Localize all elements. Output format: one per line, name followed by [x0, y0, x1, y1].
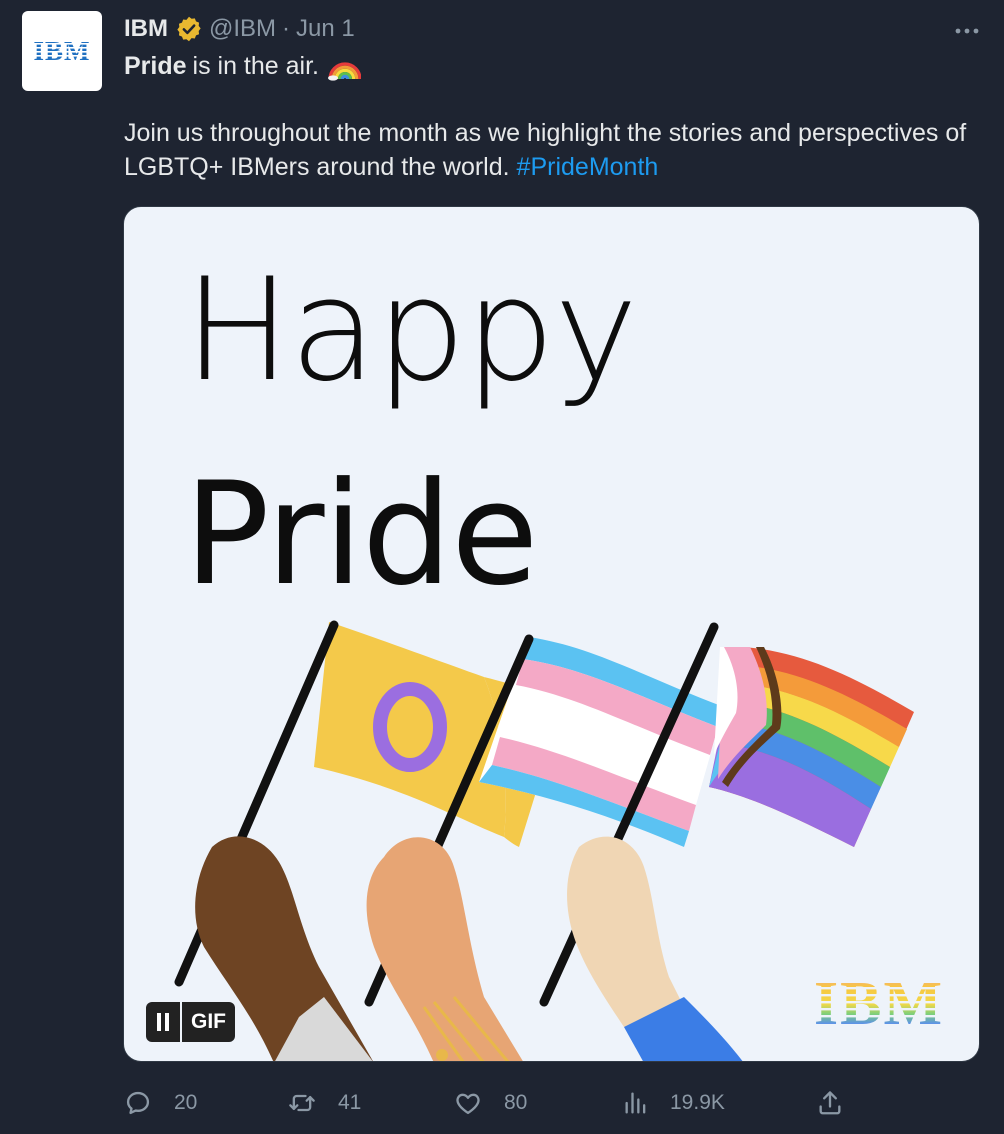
- pride-flags-illustration: [174, 620, 914, 1061]
- author-handle[interactable]: @IBM: [209, 15, 276, 43]
- heart-icon: [456, 1093, 480, 1115]
- tweet-header: IBM @IBM · Jun 1: [124, 14, 355, 44]
- line1-rest: is in the air.: [192, 52, 319, 80]
- action-bar: 20 41 80 19.9K: [124, 1083, 854, 1123]
- gif-label: GIF: [191, 1010, 226, 1033]
- progress-pride-flag: [709, 647, 914, 847]
- like-count: 80: [504, 1091, 528, 1114]
- more-dots: [955, 28, 979, 34]
- hashtag-link[interactable]: #PrideMonth: [517, 153, 659, 181]
- reply-count: 20: [174, 1091, 198, 1114]
- gif-control[interactable]: GIF: [146, 1002, 235, 1042]
- retweet-icon: [289, 1094, 315, 1112]
- tweet-line-1: Pride is in the air.: [124, 50, 361, 82]
- hands: [195, 836, 743, 1061]
- reply-button[interactable]: 20: [124, 1083, 197, 1123]
- share-button[interactable]: [816, 1083, 844, 1123]
- verified-badge-icon: [177, 16, 201, 42]
- pause-button[interactable]: [146, 1002, 182, 1042]
- tweet-body: Join us throughout the month as we highl…: [124, 116, 984, 184]
- reply-icon: [126, 1091, 150, 1115]
- avatar[interactable]: IBM: [22, 11, 102, 91]
- views-chart-icon: [625, 1092, 646, 1114]
- line1-bold: Pride: [124, 52, 187, 80]
- more-icon[interactable]: [954, 18, 980, 38]
- ibm-rainbow-watermark: IBM: [809, 972, 949, 1028]
- tweet-date[interactable]: Jun 1: [296, 15, 355, 43]
- ibm-logo-icon: IBM: [31, 37, 93, 65]
- retweet-button[interactable]: 41: [288, 1083, 361, 1123]
- author-name[interactable]: IBM: [124, 15, 168, 43]
- retweet-count: 41: [338, 1091, 362, 1114]
- media-gif[interactable]: Happy Pride IBM GIF: [123, 206, 980, 1062]
- rainbow-icon: [327, 62, 361, 81]
- header-separator: ·: [282, 15, 291, 42]
- views-button[interactable]: 19.9K: [622, 1083, 725, 1123]
- views-count: 19.9K: [670, 1091, 725, 1114]
- share-icon: [819, 1091, 841, 1115]
- pause-icon: [157, 1013, 169, 1031]
- like-button[interactable]: 80: [454, 1083, 527, 1123]
